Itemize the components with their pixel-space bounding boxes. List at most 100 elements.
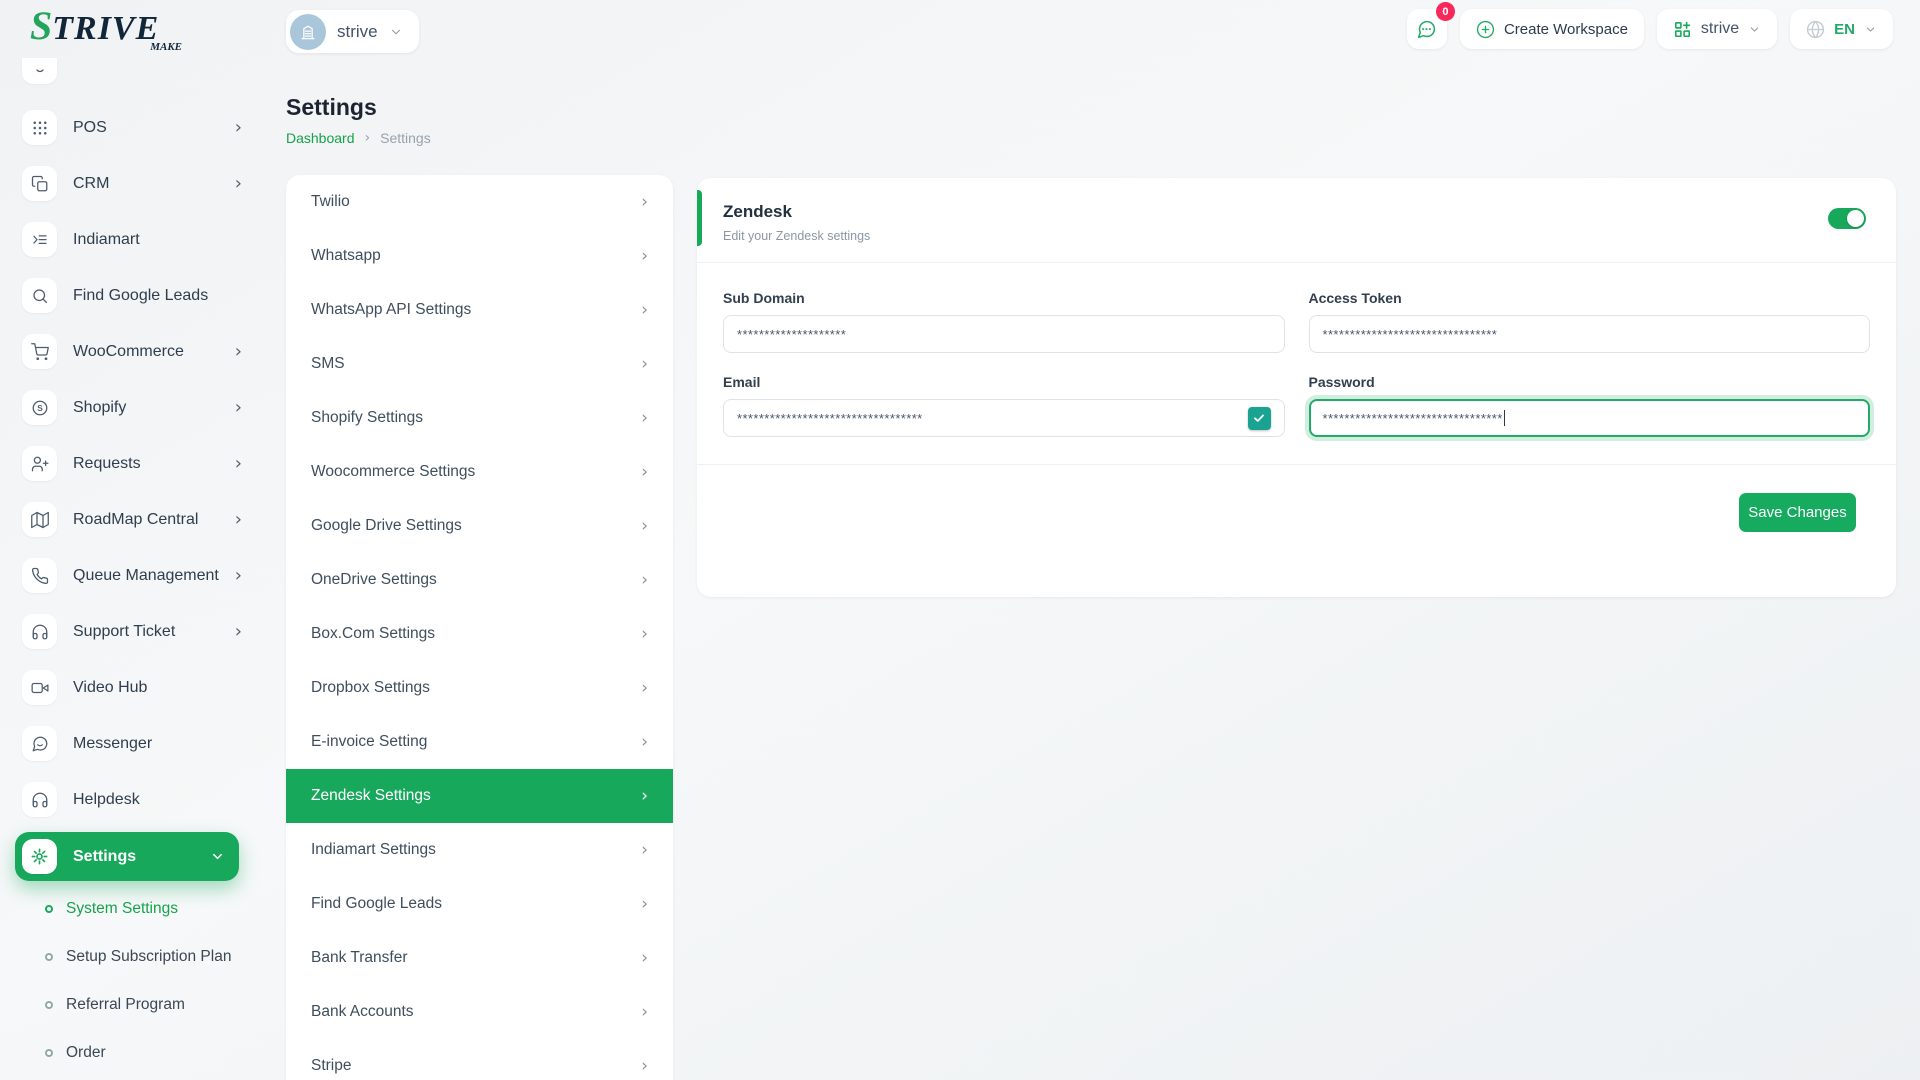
brand-logo-rest: TRIVE (52, 10, 159, 47)
list-item-label: Bank Accounts (311, 1003, 414, 1021)
create-workspace-label: Create Workspace (1504, 21, 1628, 38)
sidebar-item-support-ticket[interactable]: Support Ticket › (22, 614, 246, 649)
list-item-shopify-settings[interactable]: Shopify Settings› (286, 391, 673, 445)
sidebar-subitem-order[interactable]: Order (22, 1029, 260, 1077)
zendesk-enable-toggle[interactable] (1828, 208, 1866, 229)
workspace-selector[interactable]: strive (286, 10, 419, 53)
list-item-onedrive-settings[interactable]: OneDrive Settings› (286, 553, 673, 607)
sidebar-subitem-label: Referral Program (66, 996, 185, 1014)
breadcrumb-dashboard-link[interactable]: Dashboard (286, 130, 355, 146)
gear-icon (22, 839, 57, 874)
sidebar-item-requests[interactable]: Requests › (22, 446, 246, 481)
create-workspace-button[interactable]: Create Workspace (1460, 9, 1644, 49)
list-item-sms[interactable]: SMS› (286, 337, 673, 391)
sub-domain-input[interactable]: ******************** (723, 315, 1285, 353)
access-token-input[interactable]: ******************************** (1309, 315, 1871, 353)
sidebar-subitem-setup-subscription-plan[interactable]: Setup Subscription Plan (22, 933, 260, 981)
video-icon (22, 670, 57, 705)
chevron-right-icon: › (641, 300, 648, 320)
language-selector[interactable]: EN (1790, 9, 1893, 49)
bullet-icon (45, 1001, 53, 1009)
chevron-right-icon: › (641, 894, 648, 914)
pos-grid-icon (22, 110, 57, 145)
list-item-zendesk-settings[interactable]: Zendesk Settings › (286, 769, 673, 823)
list-item-twilio[interactable]: Twilio› (286, 175, 673, 229)
sidebar-item-helpdesk[interactable]: Helpdesk (22, 782, 246, 817)
list-item-indiamart-settings[interactable]: Indiamart Settings› (286, 823, 673, 877)
sidebar-item-shopify[interactable]: S Shopify › (22, 390, 246, 425)
sidebar-item-label: RoadMap Central (73, 511, 235, 529)
sidebar-item-label: Settings (73, 848, 210, 866)
sidebar-item-label: WooCommerce (73, 343, 235, 361)
chevron-right-icon: › (235, 397, 242, 418)
list-item-label: Dropbox Settings (311, 679, 430, 697)
list-item-box-com-settings[interactable]: Box.Com Settings› (286, 607, 673, 661)
zendesk-settings-panel: Zendesk Edit your Zendesk settings Sub D… (697, 178, 1896, 597)
sidebar-subitem-referral-program[interactable]: Referral Program (22, 981, 260, 1029)
list-item-e-invoice-setting[interactable]: E-invoice Setting› (286, 715, 673, 769)
sidebar-item-pos[interactable]: POS › (22, 110, 246, 145)
password-label: Password (1309, 374, 1871, 390)
globe-icon (1806, 20, 1825, 39)
language-label: EN (1834, 21, 1855, 38)
bullet-icon (45, 1049, 53, 1057)
field-access-token: Access Token ***************************… (1309, 290, 1871, 353)
password-value: ********************************* (1323, 411, 1503, 426)
brand-logo[interactable]: STRIVE MAKE (30, 7, 210, 53)
sidebar-item-queue-management[interactable]: Queue Management › (22, 558, 246, 593)
email-check-icon[interactable] (1248, 407, 1271, 430)
panel-subtitle: Edit your Zendesk settings (723, 229, 870, 243)
field-email: Email ********************************** (723, 374, 1285, 437)
sidebar-item-video-hub[interactable]: Video Hub (22, 670, 246, 705)
topbar-actions: 0 Create Workspace strive EN (1407, 9, 1893, 49)
chevron-right-icon: › (641, 840, 648, 860)
sidebar-subitem-system-settings[interactable]: System Settings (22, 885, 260, 933)
sidebar-item-label: Queue Management (73, 567, 235, 585)
sidebar-item-partial[interactable] (22, 58, 246, 84)
chevron-right-icon: › (235, 453, 242, 474)
email-input[interactable]: ********************************** (723, 399, 1285, 437)
panel-accent-bar (697, 190, 702, 246)
chevron-right-icon: › (641, 786, 648, 806)
chat-notifications-button[interactable]: 0 (1407, 9, 1447, 49)
sidebar-item-find-google-leads[interactable]: Find Google Leads (22, 278, 246, 313)
sidebar-item-indiamart[interactable]: Indiamart (22, 222, 246, 257)
building-icon (290, 14, 326, 50)
list-item-stripe[interactable]: Stripe› (286, 1039, 673, 1080)
brand-logo-s: S (30, 3, 52, 48)
chevron-right-icon: › (641, 948, 648, 968)
page-title: Settings (286, 94, 431, 121)
topbar: STRIVE MAKE strive 0 Create Workspace (0, 0, 1920, 58)
save-changes-button[interactable]: Save Changes (1739, 493, 1856, 532)
chevron-right-icon: › (641, 192, 648, 212)
list-item-dropbox-settings[interactable]: Dropbox Settings› (286, 661, 673, 715)
list-item-bank-accounts[interactable]: Bank Accounts› (286, 985, 673, 1039)
list-item-find-google-leads[interactable]: Find Google Leads› (286, 877, 673, 931)
access-token-label: Access Token (1309, 290, 1871, 306)
page-head: Settings Dashboard › Settings (286, 94, 431, 146)
list-item-label: Zendesk Settings (311, 787, 431, 805)
password-input[interactable]: ********************************* (1309, 399, 1871, 437)
workspace-switcher[interactable]: strive (1657, 9, 1777, 49)
chevron-right-icon: › (641, 624, 648, 644)
panel-header-text: Zendesk Edit your Zendesk settings (723, 202, 870, 243)
sidebar-item-label: Messenger (73, 735, 246, 753)
list-item-bank-transfer[interactable]: Bank Transfer› (286, 931, 673, 985)
list-item-whatsapp-api-settings[interactable]: WhatsApp API Settings› (286, 283, 673, 337)
sidebar-item-woocommerce[interactable]: WooCommerce › (22, 334, 246, 369)
chat-icon (22, 726, 57, 761)
chevron-right-icon: › (641, 1056, 648, 1076)
chevron-right-icon: › (235, 173, 242, 194)
sidebar-item-messenger[interactable]: Messenger (22, 726, 246, 761)
crm-copy-icon (22, 166, 57, 201)
chevron-right-icon: › (641, 462, 648, 482)
sidebar-item-settings[interactable]: Settings (15, 832, 239, 881)
list-item-google-drive-settings[interactable]: Google Drive Settings› (286, 499, 673, 553)
zendesk-form: Sub Domain ******************** Access T… (697, 263, 1896, 437)
list-item-whatsapp[interactable]: Whatsapp› (286, 229, 673, 283)
list-item-woocommerce-settings[interactable]: Woocommerce Settings› (286, 445, 673, 499)
sidebar-item-crm[interactable]: CRM › (22, 166, 246, 201)
sidebar-item-roadmap-central[interactable]: RoadMap Central › (22, 502, 246, 537)
phone-icon (22, 558, 57, 593)
notification-badge: 0 (1436, 2, 1455, 21)
